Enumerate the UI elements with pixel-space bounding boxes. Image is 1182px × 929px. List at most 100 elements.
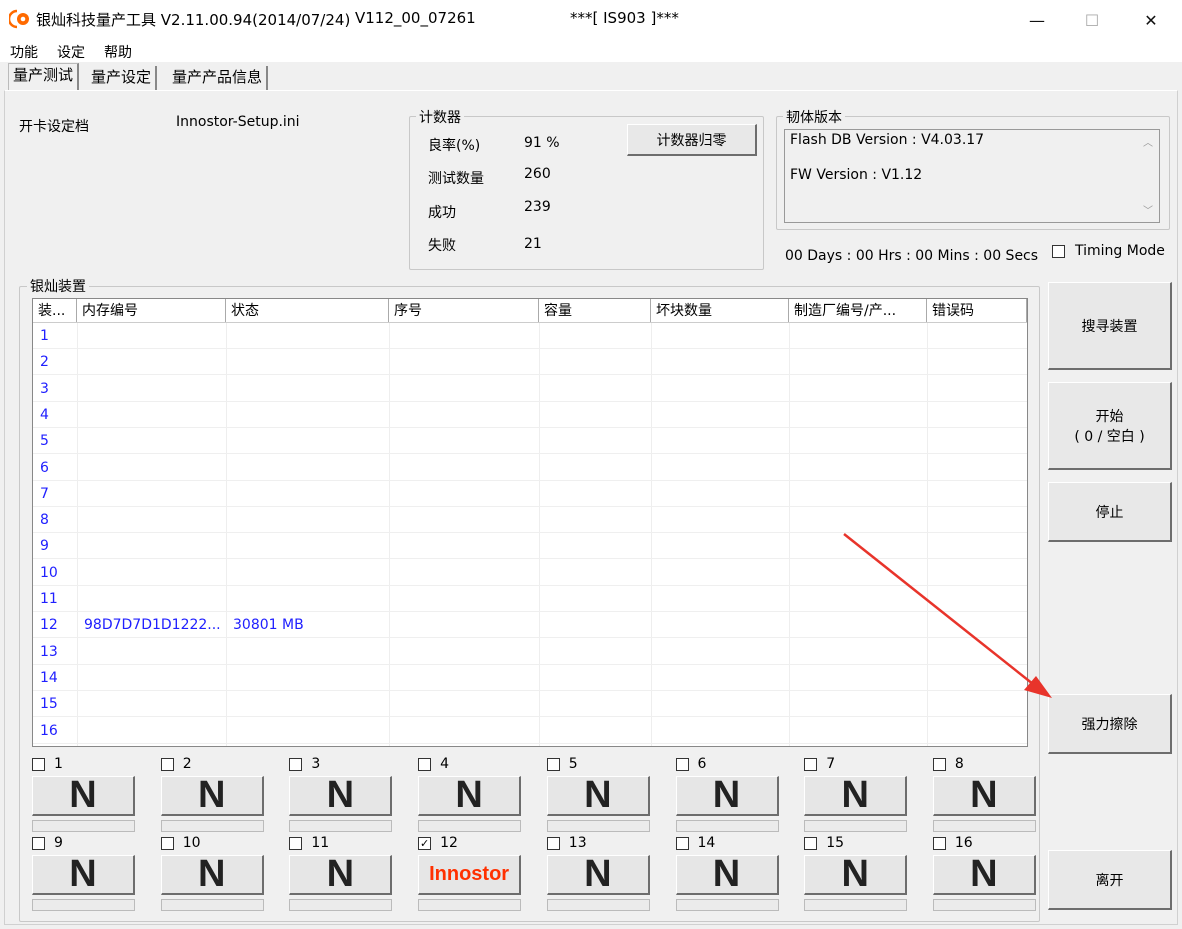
col-capacity[interactable]: 容量 xyxy=(539,299,651,322)
col-device[interactable]: 装... xyxy=(33,299,77,322)
menu-help[interactable]: 帮助 xyxy=(104,42,132,62)
slot-status-button[interactable]: N xyxy=(675,774,779,816)
slot-checkbox[interactable] xyxy=(289,837,303,850)
slot-checkbox[interactable] xyxy=(675,837,689,850)
table-row[interactable]: 6 xyxy=(33,455,1027,481)
counter-reset-button[interactable]: 计数器归零 xyxy=(627,124,757,156)
table-row[interactable]: 2 xyxy=(33,349,1027,376)
slot-number: 15 xyxy=(826,835,845,851)
slot-checkbox[interactable] xyxy=(804,837,818,850)
yield-value: 91 % xyxy=(524,135,560,151)
slot-status-button[interactable]: N xyxy=(546,774,650,816)
tab-mass-production-settings[interactable]: 量产设定 xyxy=(87,66,158,90)
slot-checkbox[interactable] xyxy=(546,758,560,771)
timing-mode-checkbox[interactable] xyxy=(1052,245,1065,258)
slot-status-button[interactable]: N xyxy=(804,774,908,816)
table-row[interactable]: 9 xyxy=(33,533,1027,560)
table-row[interactable]: 15 xyxy=(33,691,1027,718)
slot-status-button[interactable]: N xyxy=(675,853,779,895)
slot-checkbox[interactable] xyxy=(418,758,432,771)
slot-status-button[interactable]: N xyxy=(289,853,393,895)
slot-status-button[interactable]: N xyxy=(32,853,135,895)
cell-memory-id xyxy=(77,507,226,533)
slot-checkbox[interactable] xyxy=(160,837,174,850)
device-list[interactable]: 装... 内存编号 状态 序号 容量 坏块数量 制造厂编号/产... 错误码 1… xyxy=(32,298,1028,747)
table-row[interactable]: 13 xyxy=(33,639,1027,665)
table-row[interactable]: 12 98D7D7D1D1222... 30801 MB xyxy=(33,612,1027,639)
cell-error-code xyxy=(927,428,1027,454)
slot-checkbox[interactable] xyxy=(546,837,560,850)
slot-checkbox[interactable] xyxy=(289,758,303,771)
cell-status xyxy=(226,639,389,665)
tab-mass-production-test[interactable]: 量产测试 xyxy=(8,63,80,90)
cell-bad-blocks xyxy=(651,718,789,744)
slot-status-button[interactable]: N xyxy=(289,774,393,816)
cell-status xyxy=(226,481,389,507)
slot-status-button[interactable]: N xyxy=(546,853,650,895)
table-row[interactable]: 4 xyxy=(33,402,1027,428)
slot-checkbox[interactable] xyxy=(804,758,818,771)
config-file-label: 开卡设定档 xyxy=(19,119,89,135)
test-count-value: 260 xyxy=(524,166,551,182)
slot-checkbox[interactable]: ✓ xyxy=(418,837,432,850)
col-memory-id[interactable]: 内存编号 xyxy=(77,299,226,322)
cell-manufacturer xyxy=(789,455,927,481)
table-row[interactable]: 8 xyxy=(33,507,1027,534)
minimize-button[interactable]: — xyxy=(1008,0,1066,40)
slot-number: 9 xyxy=(54,835,63,851)
slot-status-button[interactable]: N xyxy=(804,853,908,895)
close-button[interactable]: ✕ xyxy=(1122,0,1180,40)
stop-button[interactable]: 停止 xyxy=(1048,482,1172,542)
cell-bad-blocks xyxy=(651,533,789,559)
menu-settings[interactable]: 设定 xyxy=(57,42,85,62)
cell-device-no: 5 xyxy=(40,433,49,450)
cell-error-code xyxy=(927,349,1027,375)
cell-capacity xyxy=(539,691,651,717)
table-row[interactable]: 3 xyxy=(33,376,1027,402)
slot-status-button[interactable]: N xyxy=(932,853,1036,895)
slot-status-button[interactable]: Innostor xyxy=(418,855,522,895)
cell-capacity xyxy=(539,586,651,612)
cell-capacity xyxy=(539,533,651,559)
slot-checkbox[interactable] xyxy=(932,837,946,850)
table-row[interactable]: 5 xyxy=(33,428,1027,455)
slot-status-button[interactable]: N xyxy=(160,853,264,895)
scroll-up-icon[interactable]: ︿ xyxy=(1143,134,1153,149)
slot-progress-bar xyxy=(32,820,135,832)
col-bad-blocks[interactable]: 坏块数量 xyxy=(651,299,789,322)
cell-device-no: 10 xyxy=(40,564,58,581)
cell-status xyxy=(226,718,389,744)
cell-error-code xyxy=(927,639,1027,665)
slot-checkbox[interactable] xyxy=(32,837,45,850)
slot-status-button[interactable]: N xyxy=(32,774,135,816)
table-row[interactable]: 1 xyxy=(33,323,1027,349)
slot-status-button[interactable]: N xyxy=(932,774,1036,816)
scroll-down-icon[interactable]: ﹀ xyxy=(1143,202,1153,217)
table-row[interactable]: 7 xyxy=(33,481,1027,507)
slot-checkbox[interactable] xyxy=(675,758,689,771)
cell-device-no: 16 xyxy=(40,722,58,739)
slot-status-button[interactable]: N xyxy=(418,774,522,816)
start-button[interactable]: 开始 ( 0 / 空白 ) xyxy=(1048,382,1172,470)
flash-db-version: Flash DB Version : V4.03.17 xyxy=(790,132,985,148)
cell-memory-id xyxy=(77,455,226,481)
col-error-code[interactable]: 错误码 xyxy=(927,299,1027,322)
slot-checkbox[interactable] xyxy=(932,758,946,771)
slot-checkbox[interactable] xyxy=(160,758,174,771)
table-row[interactable]: 16 xyxy=(33,718,1027,744)
tab-product-info[interactable]: 量产产品信息 xyxy=(168,66,269,90)
slot-checkbox[interactable] xyxy=(32,758,45,771)
exit-button[interactable]: 离开 xyxy=(1048,850,1172,910)
table-row[interactable]: 14 xyxy=(33,665,1027,691)
col-status[interactable]: 状态 xyxy=(226,299,389,322)
slot-status-button[interactable]: N xyxy=(160,774,264,816)
menu-function[interactable]: 功能 xyxy=(10,42,38,62)
search-device-button[interactable]: 搜寻装置 xyxy=(1048,282,1172,370)
force-erase-button[interactable]: 强力擦除 xyxy=(1048,694,1172,754)
col-manufacturer[interactable]: 制造厂编号/产... xyxy=(789,299,927,322)
col-serial[interactable]: 序号 xyxy=(389,299,539,322)
table-row[interactable]: 11 xyxy=(33,586,1027,612)
table-row[interactable]: 10 xyxy=(33,560,1027,586)
maximize-button[interactable]: ☐ xyxy=(1063,0,1121,40)
window-title: 银灿科技量产工具 V2.11.00.94(2014/07/24) xyxy=(36,11,351,29)
